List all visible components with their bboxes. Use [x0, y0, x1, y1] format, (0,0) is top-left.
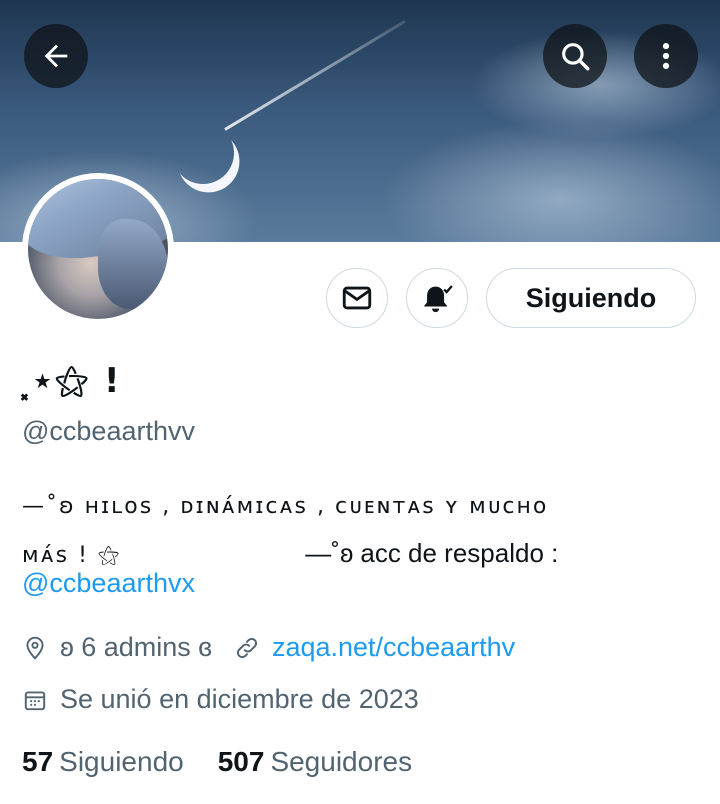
website-link[interactable]: zaqa.net/ccbeaarthv [272, 632, 515, 663]
bio-mention-link[interactable]: @ccbeaarthvx [22, 568, 195, 599]
following-button[interactable]: Siguiendo [486, 268, 696, 328]
followers-count: 507 [217, 746, 265, 777]
display-name: ⸼⋆⚝ ! [22, 361, 122, 401]
joined-row: Se unió en diciembre de 2023 [22, 684, 419, 715]
following-button-label: Siguiendo [525, 282, 657, 313]
followers-label: Seguidores [270, 746, 413, 777]
more-options-button[interactable] [634, 24, 698, 88]
location-text: ʚ 6 admins ɞ [60, 632, 212, 662]
banner-contrail [224, 20, 406, 131]
more-vertical-icon [662, 42, 670, 70]
following-label: Siguiendo [59, 746, 184, 777]
back-button[interactable] [24, 24, 88, 88]
bell-check-icon [424, 285, 453, 313]
search-button[interactable] [543, 24, 607, 88]
bio: —˚ʚ ʜɪʟᴏꜱ , ᴅɪɴᴀ́ᴍɪᴄᴀꜱ , ᴄᴜᴇɴᴛᴀꜱ ʏ ᴍᴜᴄʜᴏ… [22, 484, 702, 579]
bio-line: —˚ʚ ʜɪʟᴏꜱ , ᴅɪɴᴀ́ᴍɪᴄᴀꜱ , ᴄᴜᴇɴᴛᴀꜱ ʏ ᴍᴜᴄʜᴏ [22, 494, 549, 519]
location-pin-icon [26, 636, 44, 660]
profile-meta-row: ʚ 6 admins ɞ zaqa.net/ccbeaarthv [22, 632, 515, 663]
link-icon [236, 637, 258, 658]
message-button[interactable] [326, 268, 388, 328]
envelope-icon [342, 286, 372, 310]
arrow-left-icon [44, 44, 68, 68]
follow-stats: 57 Siguiendo 507 Seguidores [22, 746, 446, 778]
bio-line-text: ᴍᴀ́ꜱ ! ⚝ [22, 543, 122, 568]
joined-date: Se unió en diciembre de 2023 [60, 684, 419, 714]
followers-stat-link[interactable]: 507 Seguidores [218, 746, 412, 778]
search-icon [562, 43, 590, 71]
bio-line-text: —˚ʚ acc de respaldo : [305, 538, 559, 568]
calendar-icon [24, 690, 46, 710]
following-count: 57 [22, 746, 54, 777]
notifications-button[interactable] [406, 268, 468, 328]
banner-cloud [380, 120, 720, 242]
avatar-image [28, 179, 168, 319]
avatar[interactable] [22, 173, 174, 325]
following-stat-link[interactable]: 57 Siguiendo [22, 746, 184, 778]
username: @ccbeaarthvv [22, 416, 195, 446]
